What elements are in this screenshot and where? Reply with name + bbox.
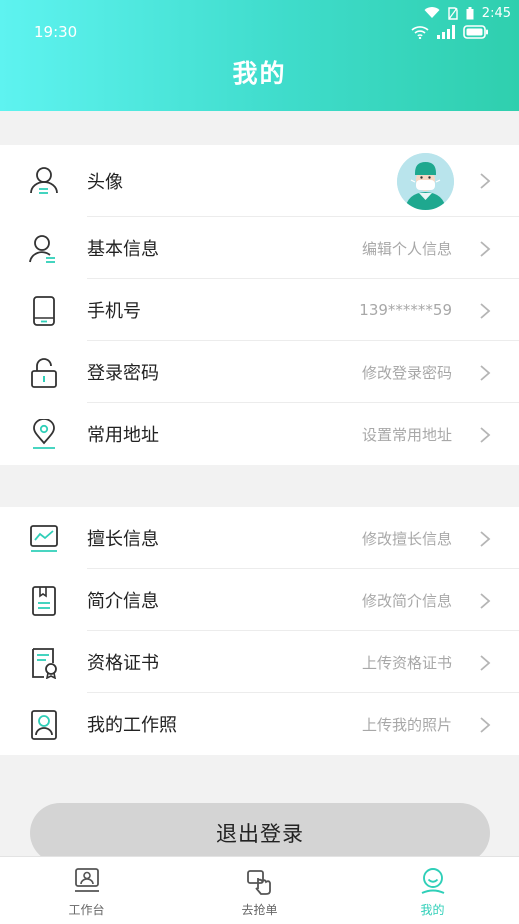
grab-order-icon: [246, 870, 271, 895]
lock-icon: [31, 358, 57, 388]
battery-icon: [466, 6, 474, 19]
intro-hint: 修改简介信息: [361, 591, 452, 610]
chevron-right-icon: [480, 173, 491, 189]
certificate-label: 资格证书: [87, 653, 159, 674]
password-hint: 修改登录密码: [361, 363, 452, 382]
basic-info-row[interactable]: 基本信息 编辑个人信息: [0, 217, 519, 279]
chart-monitor-icon: [30, 525, 58, 552]
work-photo-label: 我的工作照: [87, 715, 177, 736]
intro-row[interactable]: 简介信息 修改简介信息: [0, 569, 519, 631]
professional-settings-group: 擅长信息 修改擅长信息 简介信息 修改简介信息 资格证书 上传资格证书 我的工作…: [0, 507, 519, 755]
logout-button[interactable]: 退出登录: [30, 803, 490, 863]
avatar-row[interactable]: 头像: [0, 145, 519, 217]
specialty-label: 擅长信息: [87, 529, 159, 550]
phone-icon: [33, 296, 55, 326]
system-time: 2:45: [481, 5, 511, 21]
chevron-right-icon: [480, 427, 491, 443]
certificate-icon: [32, 648, 57, 679]
tab-workbench[interactable]: 工作台: [0, 857, 173, 924]
page-title: 我的: [232, 59, 287, 88]
specialty-hint: 修改擅长信息: [361, 529, 452, 548]
app-status-bar: 19:30: [34, 20, 489, 44]
tab-me-label: 我的: [420, 903, 445, 917]
signal-icon: [437, 25, 455, 39]
wifi-icon: [424, 7, 440, 19]
basic-info-hint: 编辑个人信息: [361, 239, 452, 258]
password-row[interactable]: 登录密码 修改登录密码: [0, 341, 519, 403]
chevron-right-icon: [480, 717, 491, 733]
address-hint: 设置常用地址: [361, 425, 452, 444]
avatar-label: 头像: [87, 172, 123, 193]
chevron-right-icon: [480, 241, 491, 257]
work-photo-row[interactable]: 我的工作照 上传我的照片: [0, 693, 519, 755]
location-pin-icon: [33, 419, 55, 449]
chevron-right-icon: [480, 365, 491, 381]
tab-me[interactable]: 我的: [346, 857, 519, 924]
work-photo-hint: 上传我的照片: [361, 715, 452, 734]
logout-label: 退出登录: [216, 822, 304, 846]
no-sim-icon: [448, 6, 458, 20]
avatar[interactable]: [397, 153, 454, 210]
phone-number-value: 139******59: [359, 301, 452, 319]
intro-label: 简介信息: [87, 591, 159, 612]
tab-grab-order-label: 去抢单: [241, 903, 278, 917]
tab-workbench-label: 工作台: [68, 903, 105, 917]
user-icon: [30, 167, 58, 194]
address-label: 常用地址: [87, 425, 159, 446]
chevron-right-icon: [480, 655, 491, 671]
certificate-hint: 上传资格证书: [361, 653, 452, 672]
book-icon: [32, 586, 56, 616]
chevron-right-icon: [480, 593, 491, 609]
user-info-icon: [29, 235, 55, 263]
wifi-icon: [411, 26, 429, 39]
app-time: 19:30: [34, 23, 78, 41]
chevron-right-icon: [480, 303, 491, 319]
me-icon: [421, 868, 444, 894]
profile-settings-group: 头像 基本信息 编辑个人信息 手机号 139******59 登录密码 修改登录…: [0, 145, 519, 465]
work-photo-icon: [31, 710, 57, 740]
certificate-row[interactable]: 资格证书 上传资格证书: [0, 631, 519, 693]
basic-info-label: 基本信息: [87, 239, 159, 260]
workbench-icon: [74, 868, 99, 892]
address-row[interactable]: 常用地址 设置常用地址: [0, 403, 519, 465]
specialty-row[interactable]: 擅长信息 修改擅长信息: [0, 507, 519, 569]
password-label: 登录密码: [87, 363, 159, 384]
chevron-right-icon: [480, 531, 491, 547]
phone-label: 手机号: [87, 301, 141, 322]
battery-icon: [463, 25, 488, 39]
header: 2:45 19:30 我的: [0, 0, 519, 111]
tab-grab-order[interactable]: 去抢单: [173, 857, 346, 924]
phone-row[interactable]: 手机号 139******59: [0, 279, 519, 341]
bottom-tab-bar: 工作台 去抢单 我的: [0, 856, 519, 924]
